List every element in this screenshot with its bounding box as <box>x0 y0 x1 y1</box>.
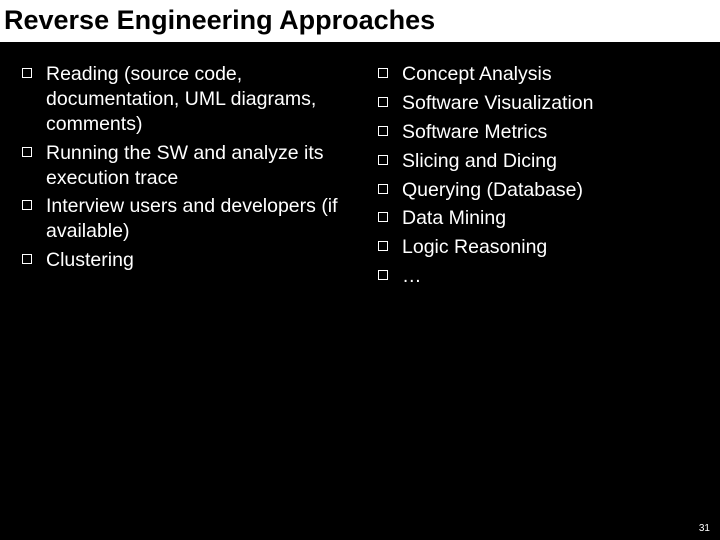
square-bullet-icon <box>378 270 388 280</box>
bullet-text: Slicing and Dicing <box>402 149 557 174</box>
bullet-text: Running the SW and analyze its execution… <box>46 141 348 191</box>
list-item: Software Visualization <box>372 91 704 116</box>
content-area: Reading (source code, documentation, UML… <box>0 42 720 294</box>
square-bullet-icon <box>378 97 388 107</box>
bullet-text: Software Metrics <box>402 120 547 145</box>
bullet-text: Interview users and developers (if avail… <box>46 194 348 244</box>
list-item: Slicing and Dicing <box>372 149 704 174</box>
page-number: 31 <box>699 523 710 534</box>
square-bullet-icon <box>22 147 32 157</box>
bullet-text: Concept Analysis <box>402 62 552 87</box>
slide-title: Reverse Engineering Approaches <box>0 0 720 42</box>
list-item: … <box>372 264 704 289</box>
left-column: Reading (source code, documentation, UML… <box>16 62 348 294</box>
list-item: Interview users and developers (if avail… <box>16 194 348 244</box>
list-item: Reading (source code, documentation, UML… <box>16 62 348 137</box>
square-bullet-icon <box>22 68 32 78</box>
right-column: Concept Analysis Software Visualization … <box>372 62 704 294</box>
list-item: Data Mining <box>372 206 704 231</box>
bullet-text: Querying (Database) <box>402 178 583 203</box>
square-bullet-icon <box>22 254 32 264</box>
square-bullet-icon <box>378 126 388 136</box>
bullet-text: … <box>402 264 422 289</box>
list-item: Clustering <box>16 248 348 273</box>
bullet-text: Reading (source code, documentation, UML… <box>46 62 348 137</box>
list-item: Concept Analysis <box>372 62 704 87</box>
square-bullet-icon <box>378 68 388 78</box>
square-bullet-icon <box>378 184 388 194</box>
list-item: Logic Reasoning <box>372 235 704 260</box>
square-bullet-icon <box>378 212 388 222</box>
slide: Reverse Engineering Approaches Reading (… <box>0 0 720 540</box>
bullet-text: Clustering <box>46 248 134 273</box>
bullet-text: Software Visualization <box>402 91 594 116</box>
bullet-text: Data Mining <box>402 206 506 231</box>
list-item: Running the SW and analyze its execution… <box>16 141 348 191</box>
list-item: Software Metrics <box>372 120 704 145</box>
square-bullet-icon <box>378 155 388 165</box>
square-bullet-icon <box>378 241 388 251</box>
list-item: Querying (Database) <box>372 178 704 203</box>
square-bullet-icon <box>22 200 32 210</box>
bullet-text: Logic Reasoning <box>402 235 547 260</box>
